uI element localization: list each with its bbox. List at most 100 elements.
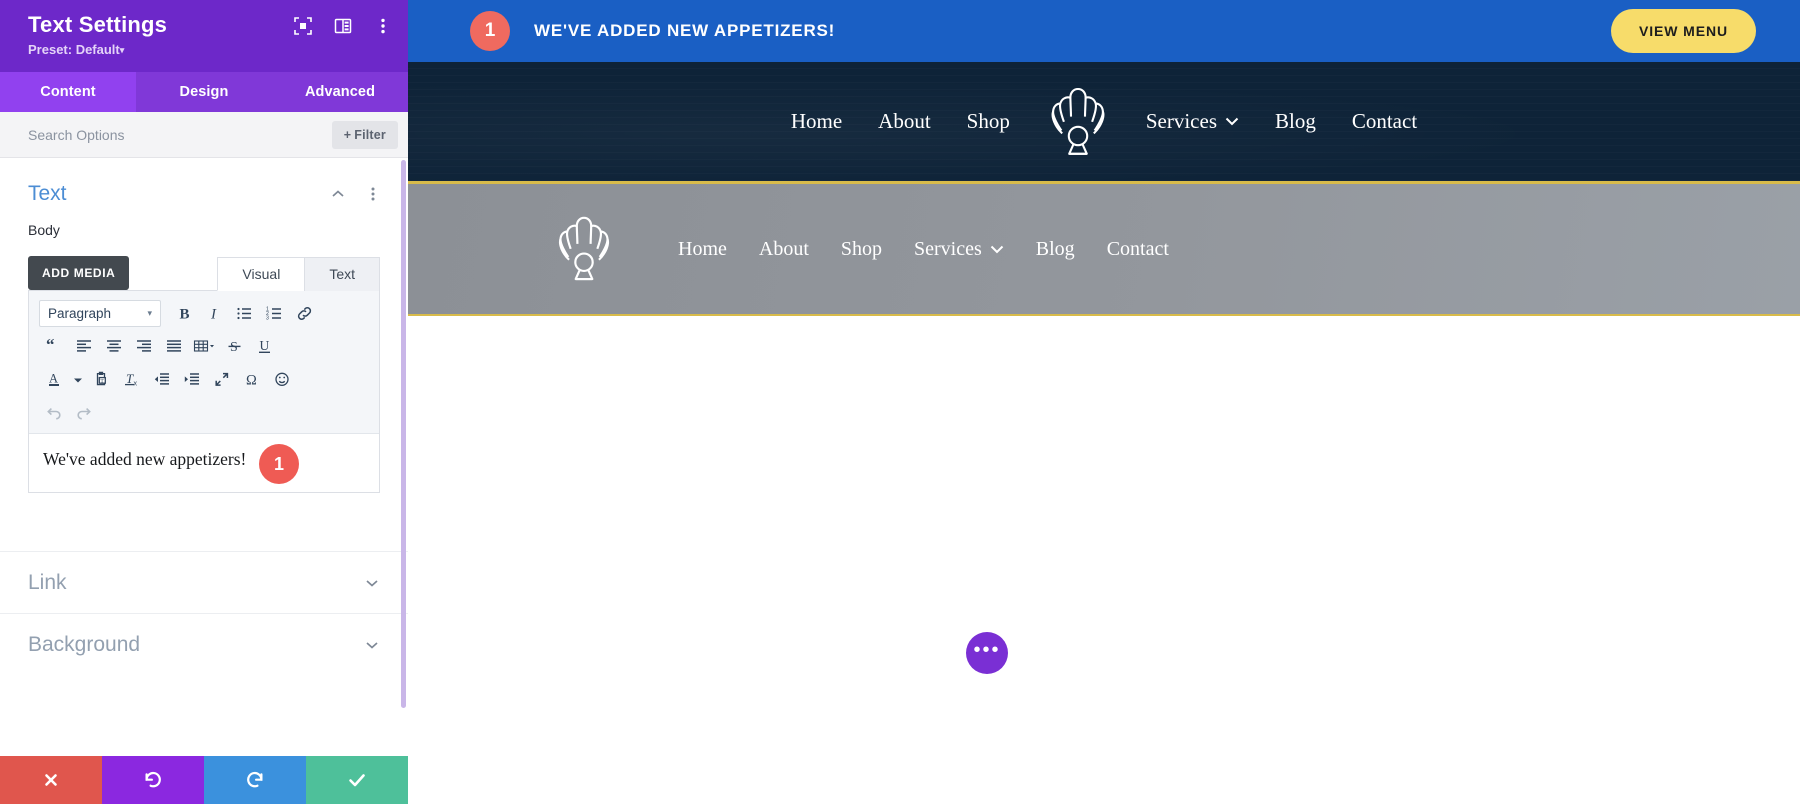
ellipsis-icon: •••: [973, 639, 1001, 661]
undo-button[interactable]: [102, 756, 204, 804]
panel-tabs: Content Design Advanced: [0, 72, 408, 112]
text-settings-panel: Text Settings Preset: Default▾ Content D…: [0, 0, 408, 804]
nav-link-home[interactable]: Home: [773, 109, 860, 134]
preset-label: Preset: Default: [28, 42, 120, 57]
section-link-label: Link: [28, 570, 67, 594]
strikethrough-icon[interactable]: S: [219, 333, 249, 361]
divi-page-settings-button[interactable]: •••: [966, 632, 1008, 674]
svg-text:x: x: [134, 381, 138, 388]
add-media-button[interactable]: ADD MEDIA: [28, 256, 130, 290]
nav2-link-blog[interactable]: Blog: [1020, 238, 1091, 261]
redo-icon[interactable]: [69, 399, 99, 427]
toolbar-row-2: “ S U: [33, 330, 375, 363]
link-icon[interactable]: [289, 300, 319, 328]
bulleted-list-icon[interactable]: [229, 300, 259, 328]
align-left-icon[interactable]: [69, 333, 99, 361]
tab-design[interactable]: Design: [136, 72, 272, 112]
secondary-navbar: Home About Shop Services Blog Contact: [408, 184, 1800, 316]
nav-link-blog[interactable]: Blog: [1257, 109, 1334, 134]
special-character-icon[interactable]: Ω: [237, 366, 267, 394]
format-select-value: Paragraph: [48, 306, 112, 321]
svg-text:S: S: [230, 340, 238, 355]
nav2-link-home[interactable]: Home: [662, 238, 743, 261]
tab-text[interactable]: Text: [304, 257, 380, 291]
nav2-link-services[interactable]: Services: [898, 238, 1020, 261]
section-background[interactable]: Background: [0, 613, 408, 675]
panel-scrollbar[interactable]: [401, 160, 406, 708]
text-color-icon[interactable]: A: [39, 366, 69, 394]
svg-text:T: T: [100, 378, 104, 384]
text-color-dropdown-icon[interactable]: [69, 366, 87, 394]
chevron-up-icon[interactable]: [330, 186, 346, 202]
preview-canvas: •••: [408, 316, 1800, 801]
outdent-icon[interactable]: [147, 366, 177, 394]
tab-content[interactable]: Content: [0, 72, 136, 112]
paste-as-text-icon[interactable]: T: [87, 366, 117, 394]
svg-text:B: B: [179, 307, 189, 323]
underline-icon[interactable]: U: [249, 333, 279, 361]
nav-link-shop[interactable]: Shop: [949, 109, 1028, 134]
preset-selector[interactable]: Preset: Default▾: [28, 41, 390, 60]
focus-frame-icon[interactable]: [294, 17, 312, 35]
filter-label: Filter: [354, 127, 386, 142]
align-right-icon[interactable]: [129, 333, 159, 361]
tab-advanced[interactable]: Advanced: [272, 72, 408, 112]
promo-step-badge: 1: [470, 11, 510, 51]
chevron-down-icon[interactable]: [364, 637, 380, 653]
nav-link-contact[interactable]: Contact: [1334, 109, 1435, 134]
body-field-label: Body: [28, 222, 60, 238]
chevron-down-icon[interactable]: [364, 575, 380, 591]
plus-icon: +: [343, 127, 352, 142]
editor-mode-tabs: Visual Text: [217, 257, 380, 291]
editor-content-area[interactable]: We've added new appetizers! 1: [29, 434, 379, 492]
align-center-icon[interactable]: [99, 333, 129, 361]
toolbar-row-1: Paragraph ▾ B I 1 2 3: [33, 297, 375, 330]
chevron-down-icon: [1225, 115, 1239, 130]
svg-text:A: A: [49, 372, 58, 386]
site-preview: 1 WE'VE ADDED NEW APPETIZERS! VIEW MENU …: [408, 0, 1800, 804]
secondary-nav-links: Home About Shop Services Blog Contact: [662, 238, 1185, 261]
tinymce-editor: Paragraph ▾ B I 1 2 3 “ S U A T T x Ω We…: [28, 290, 380, 493]
filter-button[interactable]: + Filter: [331, 120, 398, 149]
nav-link-about[interactable]: About: [860, 109, 949, 134]
scallop-shell-logo[interactable]: [1042, 83, 1114, 161]
redo-button[interactable]: [204, 756, 306, 804]
numbered-list-icon[interactable]: 1 2 3: [259, 300, 289, 328]
view-menu-button[interactable]: VIEW MENU: [1611, 9, 1756, 53]
scallop-shell-logo[interactable]: [550, 212, 618, 286]
body-editor: ADD MEDIA Visual Text Paragraph ▾ B I 1 …: [28, 248, 380, 493]
search-input[interactable]: [28, 126, 332, 143]
svg-text:3: 3: [266, 316, 269, 322]
italic-icon[interactable]: I: [199, 300, 229, 328]
nav-link-services[interactable]: Services: [1128, 109, 1257, 134]
section-link[interactable]: Link: [0, 551, 408, 613]
tab-visual[interactable]: Visual: [217, 257, 306, 291]
inline-step-badge: 1: [259, 444, 299, 484]
emoji-icon[interactable]: [267, 366, 297, 394]
indent-icon[interactable]: [177, 366, 207, 394]
clear-formatting-icon[interactable]: T x: [117, 366, 147, 394]
section-background-label: Background: [28, 632, 141, 656]
chevron-down-icon: ▾: [147, 308, 152, 318]
editor-toolbar: Paragraph ▾ B I 1 2 3 “ S U A T T x Ω: [29, 291, 379, 434]
fullscreen-icon[interactable]: [207, 366, 237, 394]
nav-link-services-label: Services: [1145, 109, 1217, 133]
section-kebab-menu-icon[interactable]: [366, 186, 380, 202]
blockquote-icon[interactable]: “: [39, 333, 69, 361]
nav2-link-about[interactable]: About: [743, 238, 825, 261]
bold-icon[interactable]: B: [169, 300, 199, 328]
layout-columns-icon[interactable]: [334, 17, 352, 35]
kebab-menu-icon[interactable]: [374, 17, 392, 35]
nav2-link-contact[interactable]: Contact: [1091, 238, 1185, 261]
table-icon[interactable]: [189, 333, 219, 361]
align-justify-icon[interactable]: [159, 333, 189, 361]
panel-footer-actions: [0, 756, 408, 804]
panel-header: Text Settings Preset: Default▾: [0, 0, 408, 72]
undo-icon[interactable]: [39, 399, 69, 427]
toolbar-row-4: [33, 396, 375, 429]
format-select[interactable]: Paragraph ▾: [39, 300, 161, 327]
save-button[interactable]: [306, 756, 408, 804]
editor-top-row: ADD MEDIA Visual Text: [28, 248, 380, 291]
nav2-link-shop[interactable]: Shop: [825, 238, 898, 261]
cancel-button[interactable]: [0, 756, 102, 804]
